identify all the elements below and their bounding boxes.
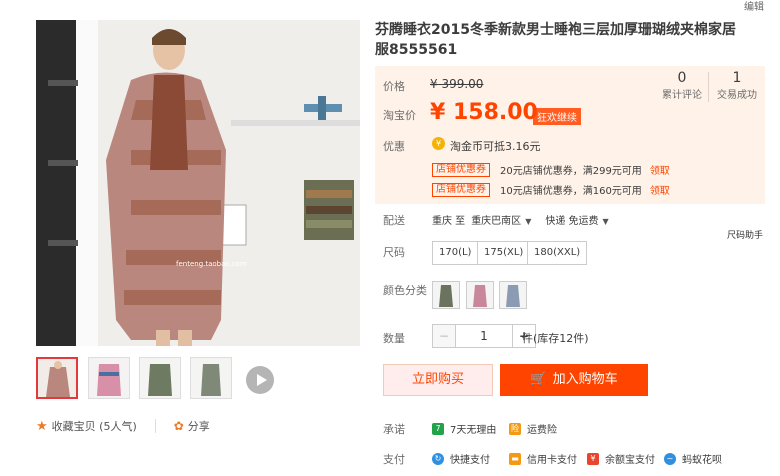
coupon-claim-link[interactable]: 领取 [650, 182, 670, 197]
quantity-input[interactable]: 1 [456, 324, 512, 348]
video-play-button[interactable] [246, 366, 274, 394]
insurance-icon: 险 [509, 422, 521, 435]
coupon-desc: 10元店铺优惠券，满160元可用 [500, 186, 642, 197]
coupon-claim-link[interactable]: 领取 [650, 162, 670, 177]
coupon-row-2: 店铺优惠券 10元店铺优惠券，满160元可用 领取 [432, 182, 670, 197]
pay-huabei[interactable]: ~ 蚂蚁花呗 [664, 451, 722, 466]
stat-sales: 1 交易成功 [707, 70, 767, 101]
size-option-3[interactable]: 180(XXL) [527, 241, 588, 265]
product-title: 芬腾睡衣2015冬季新款男士睡袍三层加厚珊瑚绒夹棉家居服8555561 [375, 22, 736, 58]
stat-reviews-label: 累计评论 [662, 90, 702, 101]
pay-quick-text: 快捷支付 [450, 455, 490, 466]
orig-price-label: 价格 [383, 80, 405, 93]
share-link[interactable]: 分享 [188, 418, 210, 434]
size-option-1[interactable]: 170(L) [432, 241, 479, 265]
add-to-cart-label: 加入购物车 [552, 372, 618, 387]
promise-insurance[interactable]: 险 运费险 [509, 421, 557, 436]
favorite-link[interactable]: 收藏宝贝 (5人气) [52, 418, 137, 434]
quantity-label: 数量 [383, 332, 405, 345]
cart-icon: 🛒 [530, 372, 547, 387]
yuebao-icon: ¥ [587, 452, 599, 465]
delivery-to-text: 重庆巴南区 [471, 216, 522, 227]
quantity-minus-button[interactable]: − [432, 324, 456, 348]
size-option-2[interactable]: 175(XL) [477, 241, 531, 265]
quantity-stepper: − 1 + [432, 324, 536, 348]
stock-text: 件(库存12件) [522, 332, 589, 345]
edit-link[interactable]: 编辑 [744, 0, 764, 13]
promo-badge: 狂欢继续 [533, 108, 581, 125]
divider [154, 419, 156, 433]
payment-label: 支付 [383, 453, 405, 466]
discount-label: 优惠 [383, 140, 405, 153]
coupon-tag: 店铺优惠券 [432, 182, 490, 197]
buy-now-button[interactable]: 立即购买 [383, 364, 493, 396]
thumbnail-1[interactable] [36, 357, 78, 399]
pay-quick[interactable]: ↻ 快捷支付 [432, 451, 490, 466]
coupon-tag: 店铺优惠券 [432, 162, 490, 177]
caret-down-icon: ▼ [602, 217, 609, 226]
color-option-blue[interactable] [499, 281, 527, 309]
stat-reviews-count: 0 [677, 70, 687, 86]
coin-text: 淘金币可抵3.16元 [450, 140, 541, 153]
pay-credit-text: 信用卡支付 [527, 455, 577, 466]
color-option-pink[interactable] [466, 281, 494, 309]
coupon-desc: 20元店铺优惠券，满299元可用 [500, 166, 642, 177]
promise-7day-text: 7天无理由 [450, 425, 497, 436]
delivery-from: 重庆 至 [432, 216, 466, 227]
promise-insurance-text: 运费险 [527, 425, 557, 436]
promise-label: 承诺 [383, 423, 405, 436]
taojinbi-coin-icon: ¥ [432, 137, 445, 150]
sale-price-label: 淘宝价 [383, 109, 416, 122]
pay-yuebao[interactable]: ¥ 余额宝支付 [587, 451, 655, 466]
seven-day-icon: 7 [432, 422, 444, 435]
delivery-row: 重庆 至 重庆巴南区 ▼ 快递 免运费 ▼ [432, 212, 609, 227]
shipping-select[interactable]: 快递 免运费 ▼ [545, 212, 608, 227]
thumbnail-3[interactable] [139, 357, 181, 399]
color-label: 颜色分类 [383, 284, 427, 297]
stat-reviews[interactable]: 0 累计评论 [652, 70, 712, 101]
huabei-icon: ~ [664, 452, 676, 465]
star-icon: ★ [36, 418, 48, 434]
promise-7day[interactable]: 7 7天无理由 [432, 421, 496, 436]
caret-down-icon: ▼ [525, 217, 532, 226]
credit-card-icon: ▬ [509, 452, 521, 465]
color-option-green[interactable] [432, 281, 460, 309]
size-helper-link[interactable]: 尺码助手 [727, 228, 763, 241]
add-to-cart-button[interactable]: 🛒 加入购物车 [500, 364, 648, 396]
thumbnail-4[interactable] [190, 357, 232, 399]
pay-huabei-text: 蚂蚁花呗 [682, 455, 722, 466]
orig-price: ¥ 399.00 [430, 77, 484, 91]
delivery-label: 配送 [383, 214, 405, 227]
stat-sales-label: 交易成功 [717, 90, 757, 101]
coupon-row-1: 店铺优惠券 20元店铺优惠券，满299元可用 领取 [432, 162, 670, 177]
shipping-text: 快递 免运费 [545, 216, 599, 227]
quick-pay-icon: ↻ [432, 452, 444, 465]
size-label: 尺码 [383, 246, 405, 259]
sale-price: ¥ 158.00 [430, 100, 538, 125]
share-icon: ✿ [173, 419, 184, 433]
pay-credit[interactable]: ▬ 信用卡支付 [509, 451, 577, 466]
stat-sales-count: 1 [732, 70, 742, 86]
favorite-share-row: ★ 收藏宝贝 (5人气) ✿ 分享 [36, 418, 210, 434]
thumbnail-2[interactable] [88, 357, 130, 399]
svg-text:fenteng.taobao.com: fenteng.taobao.com [176, 260, 247, 268]
main-product-image[interactable]: fenteng.taobao.com [36, 20, 360, 346]
delivery-to-select[interactable]: 重庆巴南区 ▼ [471, 212, 531, 227]
pay-yuebao-text: 余额宝支付 [605, 455, 655, 466]
